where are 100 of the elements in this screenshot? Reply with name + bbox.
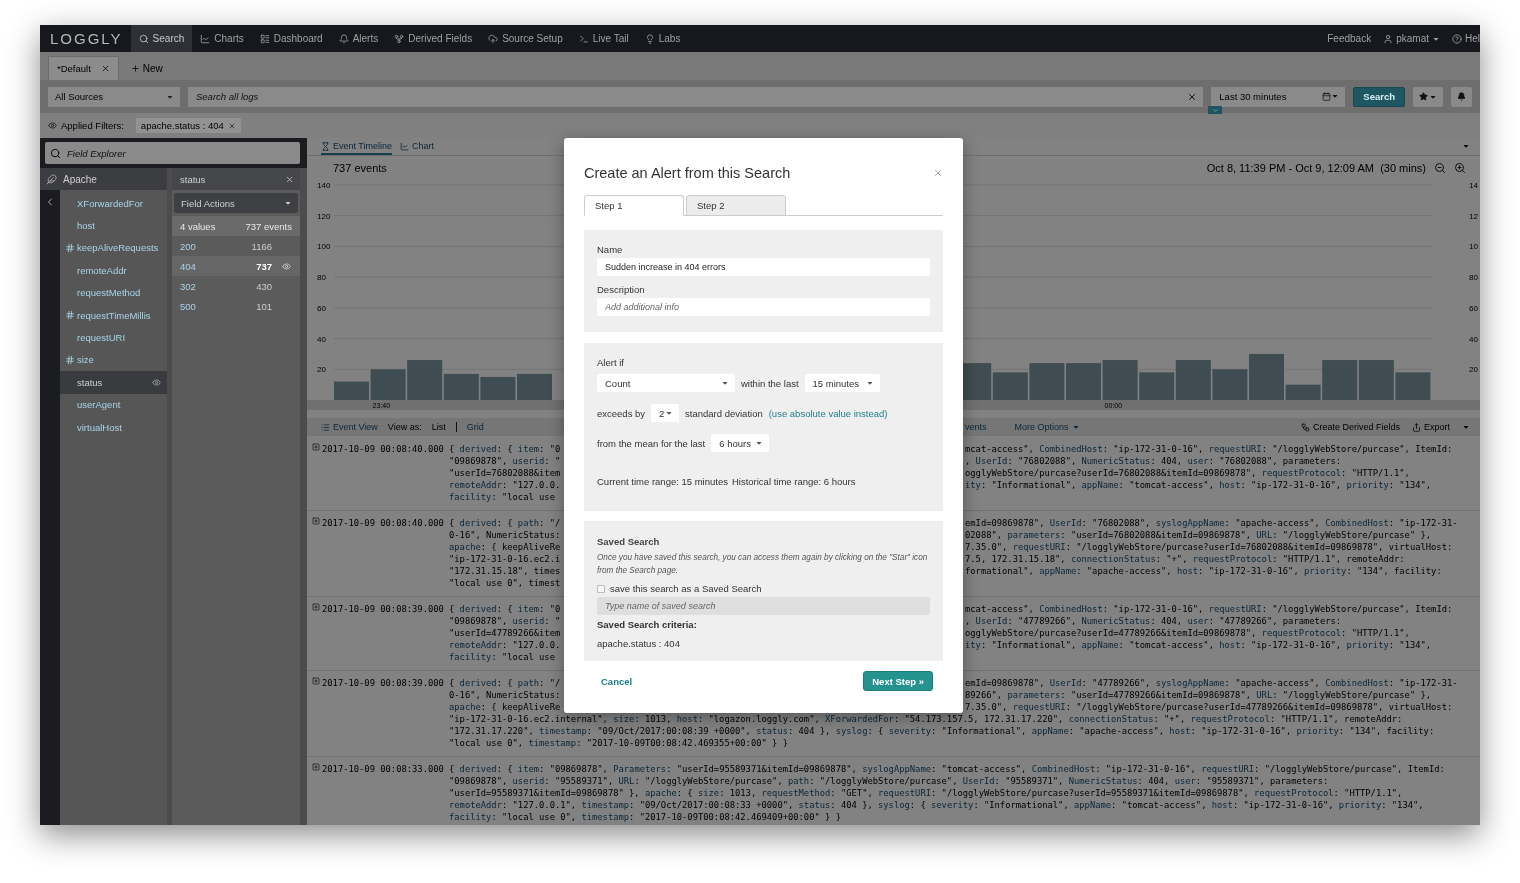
log-line: "ip-172-31-0-16.ec2.internal", size: 1013, host: "logazon.loggly.com", XForwardedFor: "54.173.157.5, 172.31.17.220", connectionStatus: "+", requestProtocol: "HTTP/1.1", remoteAddr: xyxy=(449,713,1403,725)
view-tab[interactable]: Chart xyxy=(400,141,435,155)
view-option[interactable]: List xyxy=(431,422,446,432)
new-tab-button[interactable]: New xyxy=(124,56,169,80)
hash-icon xyxy=(65,242,75,253)
search-icon xyxy=(50,147,61,159)
chart-bar xyxy=(1029,363,1065,400)
derived-fields-icon xyxy=(1300,422,1310,432)
caret-icon xyxy=(1071,423,1080,431)
event-timestamp: 2017-10-09 00:08:39.000 xyxy=(322,603,444,615)
nav-item[interactable]: Source Setup xyxy=(480,25,571,52)
log-line: "userId=76802088&item xyxy=(449,467,561,479)
view-option[interactable]: Grid xyxy=(466,422,484,432)
alert-button[interactable] xyxy=(1451,86,1472,107)
filter-chip[interactable]: apache.status : 404 xyxy=(135,118,241,133)
splitter-bar[interactable] xyxy=(167,168,172,825)
search-tab[interactable]: *Default xyxy=(48,56,119,80)
metric-select[interactable]: Count xyxy=(597,374,735,392)
field-item[interactable]: XForwardedFor xyxy=(60,192,167,215)
expand-icon xyxy=(312,517,320,525)
field-item[interactable]: requestURI xyxy=(60,326,167,349)
condition-text: from the mean for the last xyxy=(597,437,706,449)
splitter-bar[interactable] xyxy=(300,168,307,825)
field-item[interactable]: keepAliveRequests xyxy=(60,236,167,260)
step-tab[interactable]: Step 1 xyxy=(584,195,684,216)
checkbox[interactable] xyxy=(597,584,605,593)
nav-item[interactable]: Search xyxy=(130,25,193,52)
time-range-select[interactable]: Last 30 minutes xyxy=(1211,86,1346,107)
events-link[interactable]: vents xyxy=(965,422,987,432)
step-tab[interactable]: Step 2 xyxy=(686,195,786,216)
field-item[interactable]: host xyxy=(60,214,167,237)
logo: LOGGLY xyxy=(49,29,124,49)
nav-item[interactable]: Alerts xyxy=(330,25,387,52)
deviation-select[interactable]: 2 xyxy=(651,404,680,422)
window-select[interactable]: 15 minutes xyxy=(804,374,880,392)
caret-icon xyxy=(1462,142,1470,150)
axis-label: 80 xyxy=(317,273,326,283)
event-view-tab[interactable]: Event View xyxy=(321,422,378,432)
field-item[interactable]: userAgent xyxy=(60,393,167,416)
user-menu[interactable]: pkamat xyxy=(1383,33,1440,44)
field-item[interactable]: requestTimeMillis xyxy=(60,303,167,327)
hourglass-icon xyxy=(321,141,330,151)
field-item[interactable]: remoteAddr xyxy=(60,259,167,282)
source-select[interactable]: All Sources xyxy=(48,86,180,107)
log-line: emId=09869878", UserId: "47789266", syslogAppName: "apache-access", CombinedHost: "ip-172-31- xyxy=(965,677,1458,689)
axis-label: 60 xyxy=(317,303,326,313)
nav-item[interactable]: Labs xyxy=(636,25,689,52)
view-tab[interactable]: Event Timeline xyxy=(321,141,393,155)
event-timestamp: 2017-10-09 00:08:39.000 xyxy=(322,677,444,689)
help-icon xyxy=(1452,33,1462,44)
log-line: "09869878", userid: "95589371", URL: "/logglyWebStore/purcase", path: "/logglyWebStore/purcase", UserId: "95589371", NumericStatus: 404, user: "95589371", parameters: xyxy=(449,775,1329,787)
export-link[interactable]: Export xyxy=(1412,422,1450,432)
description-input[interactable]: Add additional info xyxy=(597,298,930,316)
field-actions-select[interactable]: Field Actions xyxy=(174,193,298,213)
more-options-link[interactable]: More Options xyxy=(1014,422,1080,432)
close-icon xyxy=(285,174,294,184)
view-as-label: View as: xyxy=(387,422,422,432)
line-chart-icon xyxy=(400,141,410,151)
close-icon xyxy=(227,121,236,130)
value-row[interactable]: 404 737 xyxy=(172,256,300,276)
range-summary: Current time range: 15 minutes xyxy=(597,476,728,487)
field-explorer-search[interactable]: Field Explorer xyxy=(45,142,300,164)
field-item[interactable]: size xyxy=(60,348,167,372)
log-line: , UserId: "76802088", NumericStatus: 404, user: "76802088", parameters: xyxy=(965,455,1342,467)
dialog-title: Create an Alert from this Search xyxy=(584,165,791,181)
chevron-down-icon xyxy=(1211,106,1219,114)
cancel-link[interactable]: Cancel xyxy=(601,675,633,687)
value-row[interactable]: 200 1166 xyxy=(172,236,300,256)
field-item[interactable]: requestMethod xyxy=(60,281,167,304)
condition-text: within the last xyxy=(741,377,799,389)
history-select[interactable]: 6 hours xyxy=(711,434,770,452)
name-input[interactable]: Sudden increase in 404 errors xyxy=(597,258,930,276)
expand-tab[interactable] xyxy=(1208,106,1222,114)
next-step-button[interactable]: Next Step » xyxy=(863,671,933,691)
nav-item[interactable]: Derived Fields xyxy=(386,25,481,52)
terminal-icon xyxy=(578,33,589,44)
search-input[interactable]: Search all logs xyxy=(194,90,1188,103)
criteria-label: Saved Search criteria: xyxy=(597,619,698,630)
feedback-link[interactable]: Feedback xyxy=(1327,33,1372,44)
event-timestamp: 2017-10-09 00:08:40.000 xyxy=(322,443,444,455)
field-group-header[interactable]: Apache xyxy=(40,168,167,190)
nav-item[interactable]: Dashboard xyxy=(251,25,331,52)
absolute-value-link[interactable]: (use absolute value instead) xyxy=(768,407,888,419)
nav-item[interactable]: Charts xyxy=(192,25,252,52)
value-row[interactable]: 500 101 xyxy=(172,296,300,316)
star-icon xyxy=(1419,92,1428,101)
field-explorer-input[interactable]: Field Explorer xyxy=(65,146,295,160)
nav-item[interactable]: Live Tail xyxy=(570,25,637,52)
field-item[interactable]: status xyxy=(60,371,167,394)
log-line: 89266", parameters: "userId=47789266&itemId=09869878", URL: "/logglyWebStore/purcase" }, xyxy=(965,689,1432,701)
field-item[interactable]: virtualHost xyxy=(60,415,167,439)
search-field[interactable]: Search all logs xyxy=(188,86,1204,107)
star-menu-button[interactable] xyxy=(1413,86,1443,107)
help-link[interactable]: Hel xyxy=(1452,33,1480,44)
value-row[interactable]: 302 430 xyxy=(172,276,300,296)
close-button[interactable] xyxy=(933,168,943,178)
log-line: { derived: { path: "/ xyxy=(449,677,561,689)
event-count: 737 events xyxy=(333,162,387,174)
create-derived-fields-link[interactable]: Create Derived Fields xyxy=(1300,422,1400,432)
search-button[interactable]: Search xyxy=(1353,86,1405,107)
